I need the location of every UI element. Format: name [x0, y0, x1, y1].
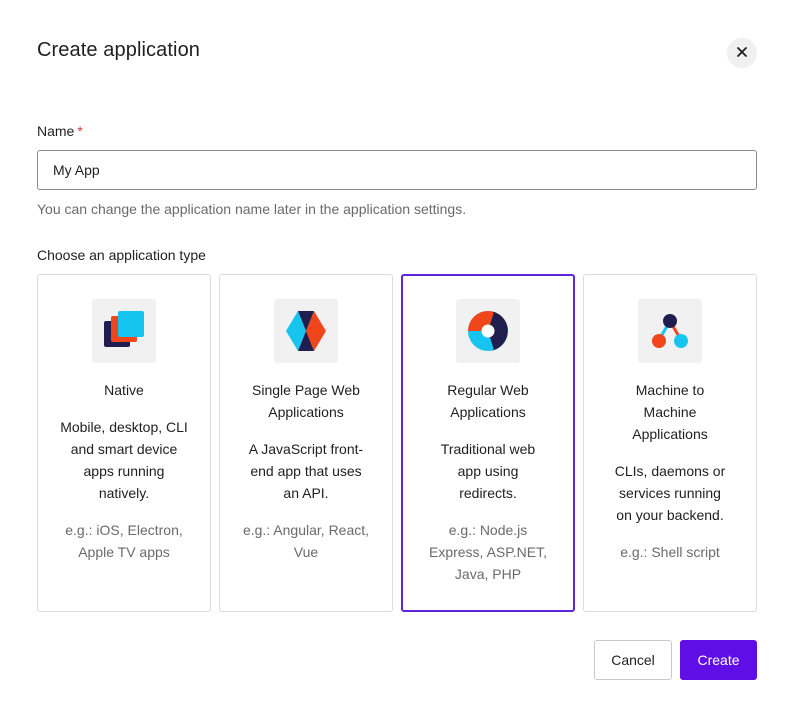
card-title: Regular Web Applications Traditional web…: [411, 379, 565, 585]
application-type-label: Choose an application type: [37, 247, 206, 263]
dialog-title: Create application: [37, 39, 201, 61]
card-example: e.g.: Shell script: [620, 544, 720, 560]
name-label: Name *: [37, 123, 83, 139]
spa-icon: [274, 299, 338, 363]
regular-web-app-icon: [456, 299, 520, 363]
app-type-card-regular-web[interactable]: Regular Web Applications Traditional web…: [401, 274, 575, 612]
application-type-cards: Native Mobile, desktop, CLI and smart de…: [37, 274, 757, 612]
name-hint: You can change the application name late…: [37, 201, 467, 217]
required-marker: *: [77, 123, 83, 139]
name-input[interactable]: [37, 150, 757, 190]
close-button[interactable]: [727, 38, 757, 68]
machine-to-machine-icon: [638, 299, 702, 363]
cancel-button[interactable]: Cancel: [594, 640, 672, 680]
name-label-text: Name: [37, 123, 75, 139]
close-icon: [736, 46, 748, 61]
card-description: Mobile, desktop, CLI and smart device ap…: [60, 419, 188, 501]
app-type-card-spa[interactable]: Single Page Web Applications A JavaScrip…: [219, 274, 393, 612]
card-example: e.g.: iOS, Electron, Apple TV apps: [65, 522, 183, 560]
card-description: A JavaScript front-end app that uses an …: [248, 441, 364, 501]
card-title-text: Single Page Web Applications: [252, 382, 360, 420]
card-title-text: Native: [104, 382, 144, 398]
card-example: e.g.: Angular, React, Vue: [242, 522, 370, 560]
card-title-text: Regular Web Applications: [447, 382, 529, 420]
card-title-text: Machine to Machine Applications: [632, 382, 708, 442]
app-type-card-m2m[interactable]: Machine to Machine Applications CLIs, da…: [583, 274, 757, 612]
card-title: Machine to Machine Applications CLIs, da…: [592, 379, 748, 563]
card-description: CLIs, daemons or services running on you…: [614, 463, 726, 523]
app-type-card-native[interactable]: Native Mobile, desktop, CLI and smart de…: [37, 274, 211, 612]
create-application-dialog: Create application Name* You can change …: [0, 0, 795, 714]
card-description: Traditional web app using redirects.: [440, 441, 536, 501]
card-title: Native Mobile, desktop, CLI and smart de…: [46, 379, 202, 563]
card-example: e.g.: Node.js Express, ASP.NET, Java, PH…: [428, 522, 547, 582]
card-title: Single Page Web Applications A JavaScrip…: [228, 379, 384, 563]
native-app-icon: [92, 299, 156, 363]
create-button[interactable]: Create: [680, 640, 757, 680]
